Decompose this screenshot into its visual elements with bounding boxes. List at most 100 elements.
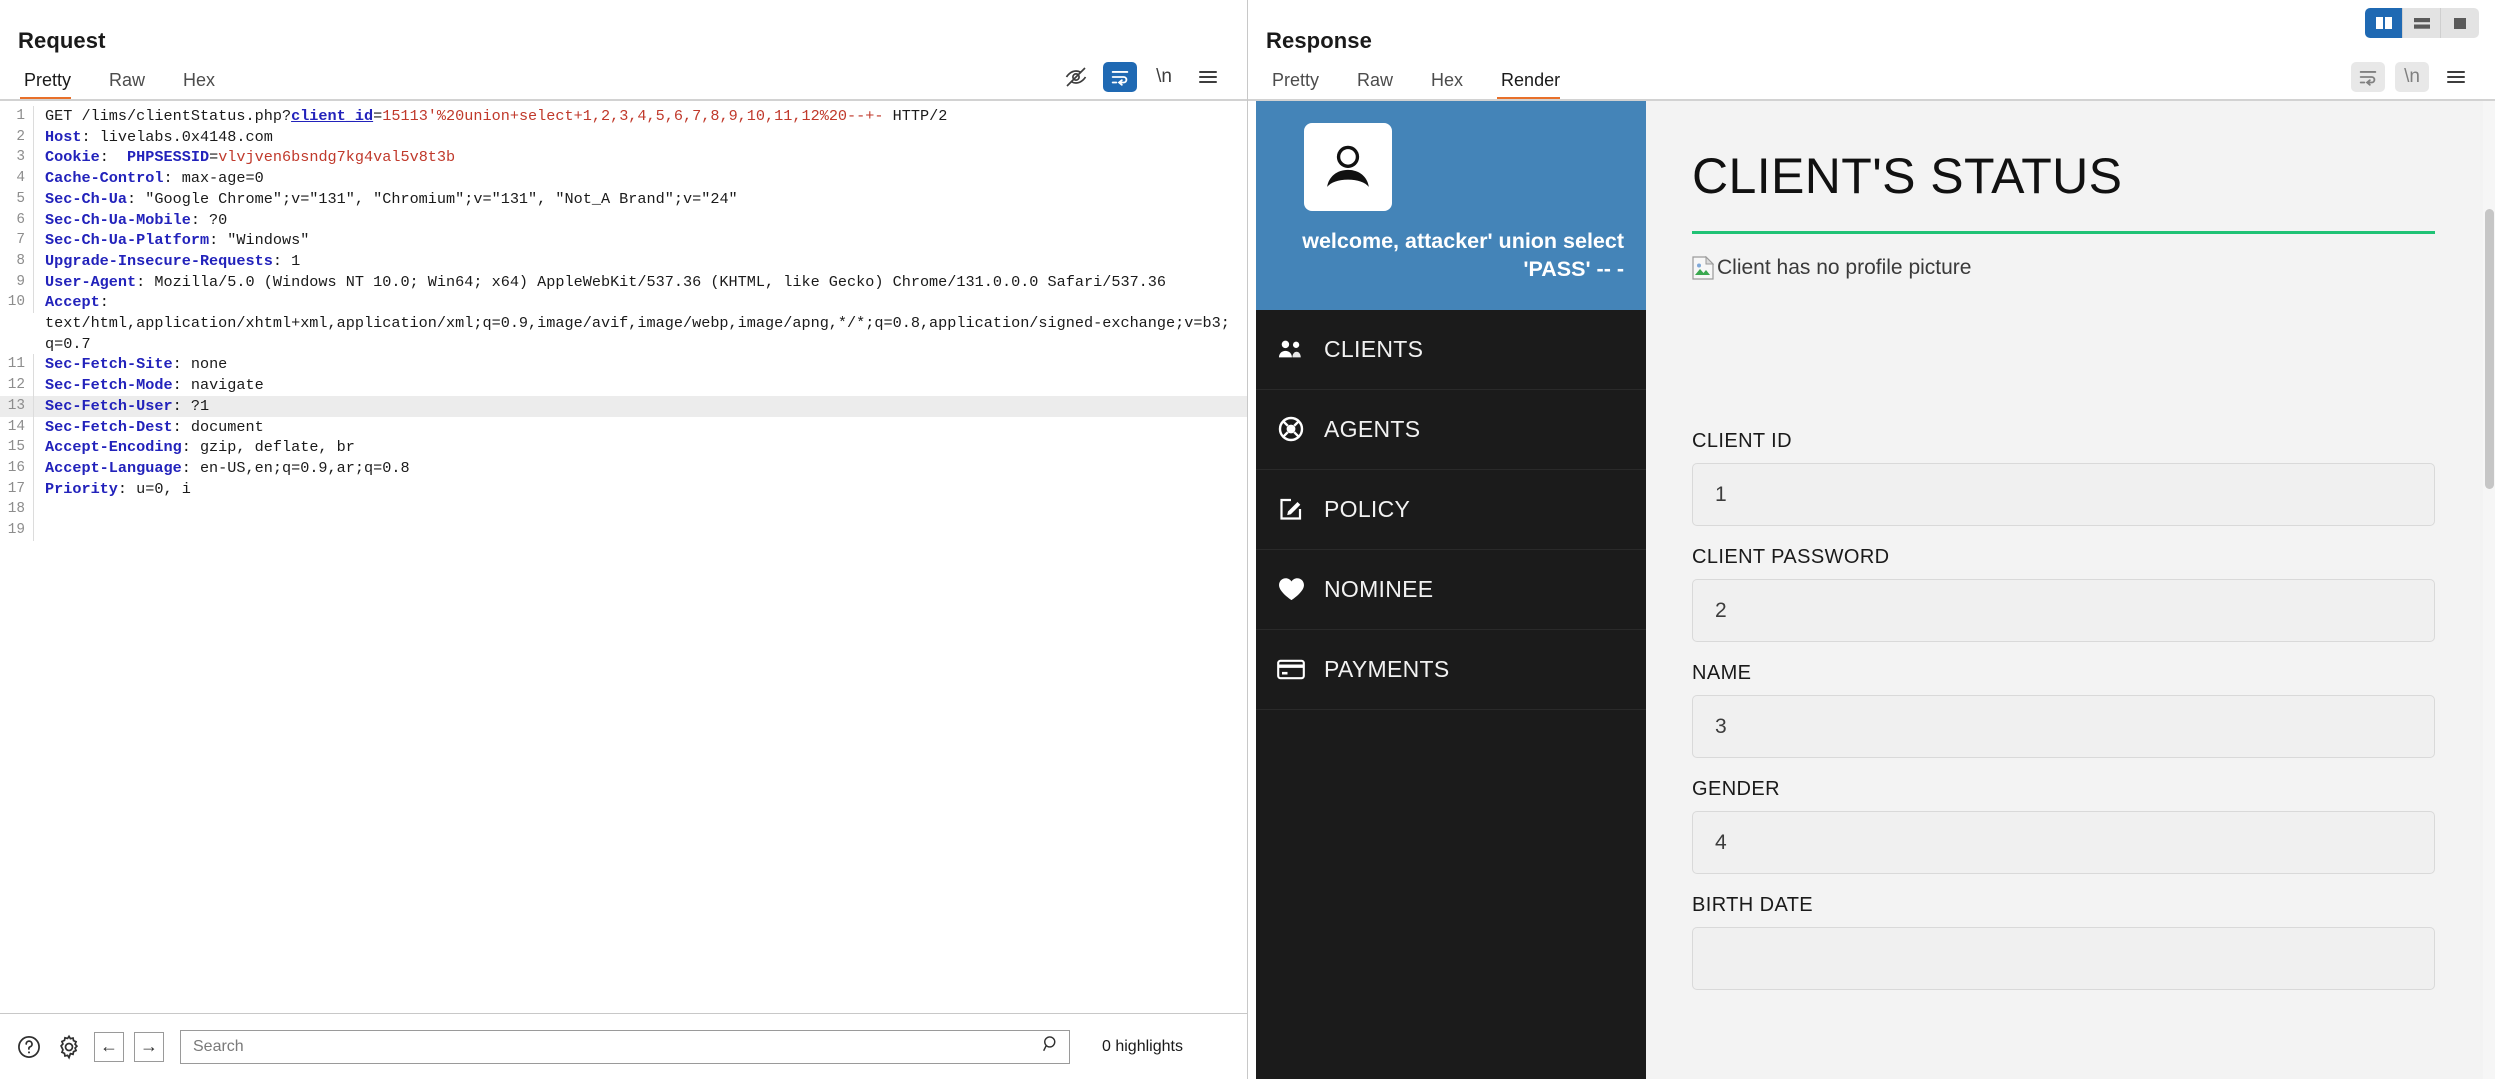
field-input-gender[interactable]: 4 — [1692, 811, 2435, 874]
line-content: Accept-Language: en-US,en;q=0.9,ar;q=0.8 — [34, 458, 410, 479]
search-prev-button[interactable]: ← — [94, 1031, 124, 1062]
code-token: Sec-Fetch-User — [45, 396, 173, 415]
tab-request-raw[interactable]: Raw — [103, 70, 159, 100]
layout-vertical-split-button[interactable] — [2365, 8, 2403, 38]
code-token: HTTP/2 — [883, 107, 948, 125]
newline-icon[interactable]: \n — [2395, 62, 2429, 92]
code-token: : max-age=0 — [163, 169, 264, 188]
tab-response-render[interactable]: Render — [1495, 70, 1574, 100]
search-magnifier-icon[interactable] — [1041, 1034, 1061, 1059]
response-tabbar: Pretty Raw Hex Render \n — [1248, 54, 2495, 100]
line-number: 2 — [0, 126, 34, 148]
request-line: 12 Sec-Fetch-Mode: navigate — [0, 375, 1247, 396]
field-input-birth-date[interactable] — [1692, 927, 2435, 990]
burp-repeater-window: Request Pretty Raw Hex \n 1 GET /lims/cl… — [0, 0, 2495, 1079]
request-line: 14 Sec-Fetch-Dest: document — [0, 416, 1247, 438]
code-token: : gzip, deflate, br — [181, 438, 355, 457]
broken-image-placeholder: Client has no profile picture — [1692, 255, 2435, 280]
render-scrollbar-thumb[interactable] — [2485, 209, 2494, 489]
line-content: Accept-Encoding: gzip, deflate, br — [34, 437, 355, 458]
request-editor[interactable]: 1 GET /lims/clientStatus.php?client_id=15… — [0, 100, 1247, 1013]
word-wrap-icon[interactable] — [2351, 62, 2385, 92]
title-divider — [1692, 231, 2435, 234]
line-number: 15 — [0, 437, 34, 458]
response-pane: Response Pretty Raw Hex Render \n welcom… — [1248, 0, 2495, 1079]
hamburger-menu-icon[interactable] — [2439, 62, 2473, 92]
code-token: client_id — [291, 107, 374, 125]
field-input-client-id[interactable]: 1 — [1692, 463, 2435, 526]
page-title: CLIENT'S STATUS — [1692, 148, 2123, 204]
code-token: Accept-Language — [45, 458, 182, 477]
code-token: Priority — [45, 479, 118, 498]
line-content: Upgrade-Insecure-Requests: 1 — [34, 251, 300, 272]
broken-image-icon — [1692, 255, 1715, 280]
field-input-name[interactable]: 3 — [1692, 695, 2435, 758]
field-input-client-password[interactable]: 2 — [1692, 579, 2435, 642]
response-toolbar: \n — [2351, 62, 2495, 100]
line-content: Sec-Fetch-Mode: navigate — [34, 375, 264, 396]
gear-icon[interactable] — [54, 1032, 84, 1062]
help-icon[interactable] — [14, 1032, 44, 1062]
line-content: Sec-Ch-Ua: "Google Chrome";v="131", "Chr… — [34, 189, 738, 210]
line-number: 7 — [0, 230, 34, 251]
line-content: User-Agent: Mozilla/5.0 (Windows NT 10.0… — [34, 272, 1166, 293]
hamburger-menu-icon[interactable] — [1191, 62, 1225, 92]
newline-icon[interactable]: \n — [1147, 62, 1181, 92]
line-content: Sec-Ch-Ua-Mobile: ?0 — [34, 210, 227, 231]
code-token: Sec-Ch-Ua-Platform — [45, 231, 210, 250]
request-title: Request — [18, 28, 106, 53]
field-label-client-password: CLIENT PASSWORD — [1692, 546, 1890, 568]
eye-slash-icon[interactable] — [1059, 62, 1093, 92]
line-number: 6 — [0, 209, 34, 231]
tab-request-hex[interactable]: Hex — [177, 70, 229, 100]
lifebuoy-icon — [1276, 416, 1306, 442]
code-token: Cache-Control — [45, 169, 164, 188]
tab-response-pretty[interactable]: Pretty — [1266, 70, 1333, 100]
layout-horizontal-split-button[interactable] — [2403, 8, 2441, 38]
sidebar-item-policy[interactable]: POLICY — [1256, 470, 1646, 550]
sidebar-item-payments[interactable]: PAYMENTS — [1256, 630, 1646, 710]
line-content: Host: livelabs.0x4148.com — [34, 127, 273, 148]
tab-response-raw[interactable]: Raw — [1351, 70, 1407, 100]
request-line: 10 Accept: text/html,application/xhtml+xm… — [0, 292, 1247, 354]
line-content: Cache-Control: max-age=0 — [34, 168, 264, 189]
layout-single-pane-button[interactable] — [2441, 8, 2479, 38]
line-number: 3 — [0, 147, 34, 169]
line-number: 10 — [0, 292, 34, 314]
sidebar-item-nominee[interactable]: NOMINEE — [1256, 550, 1646, 630]
code-token: PHPSESSID — [127, 148, 210, 167]
search-input-container[interactable] — [180, 1029, 1070, 1064]
search-bar: ← → 0 highlights — [0, 1013, 1247, 1079]
sidebar-item-agents[interactable]: AGENTS — [1256, 390, 1646, 470]
line-number: 9 — [0, 271, 34, 293]
broken-image-alt-text: Client has no profile picture — [1717, 256, 1972, 279]
code-token: : livelabs.0x4148.com — [81, 127, 273, 146]
render-viewport: welcome, attacker' union select 'PASS' -… — [1248, 100, 2495, 1079]
line-content: Accept: text/html,application/xhtml+xml,… — [34, 292, 1234, 354]
code-token: 15113'%20union+select+1,2,3,4,5,6,7,8,9,… — [382, 107, 884, 125]
user-avatar-icon — [1304, 123, 1392, 211]
request-line: 7 Sec-Ch-Ua-Platform: "Windows" — [0, 230, 1247, 251]
code-token: Sec-Fetch-Mode — [45, 376, 173, 395]
field-label-client-id: CLIENT ID — [1692, 430, 1792, 452]
render-scrollbar-track[interactable] — [2483, 101, 2495, 1079]
search-next-button[interactable]: → — [134, 1031, 164, 1062]
line-content: Sec-Fetch-Site: none — [34, 354, 227, 375]
search-input[interactable] — [191, 1036, 1041, 1057]
line-content: GET /lims/clientStatus.php?client_id=151… — [34, 106, 947, 127]
sidebar-item-clients[interactable]: CLIENTS — [1256, 310, 1646, 390]
line-content: Sec-Fetch-User: ?1 — [34, 396, 209, 417]
line-number: 16 — [0, 457, 34, 479]
tab-request-pretty[interactable]: Pretty — [18, 70, 85, 100]
code-token: = — [373, 107, 383, 125]
render-left-gutter — [1248, 101, 1256, 1079]
site-sidebar: welcome, attacker' union select 'PASS' -… — [1256, 101, 1646, 1079]
tab-response-hex[interactable]: Hex — [1425, 70, 1477, 100]
field-label-name: NAME — [1692, 662, 1752, 684]
word-wrap-icon[interactable] — [1103, 62, 1137, 92]
response-header: Response Pretty Raw Hex Render \n — [1248, 0, 2495, 100]
line-number: 8 — [0, 250, 34, 272]
line-number: 5 — [0, 188, 34, 210]
sidebar-item-label: CLIENTS — [1324, 335, 1424, 362]
request-line: 6 Sec-Ch-Ua-Mobile: ?0 — [0, 209, 1247, 231]
